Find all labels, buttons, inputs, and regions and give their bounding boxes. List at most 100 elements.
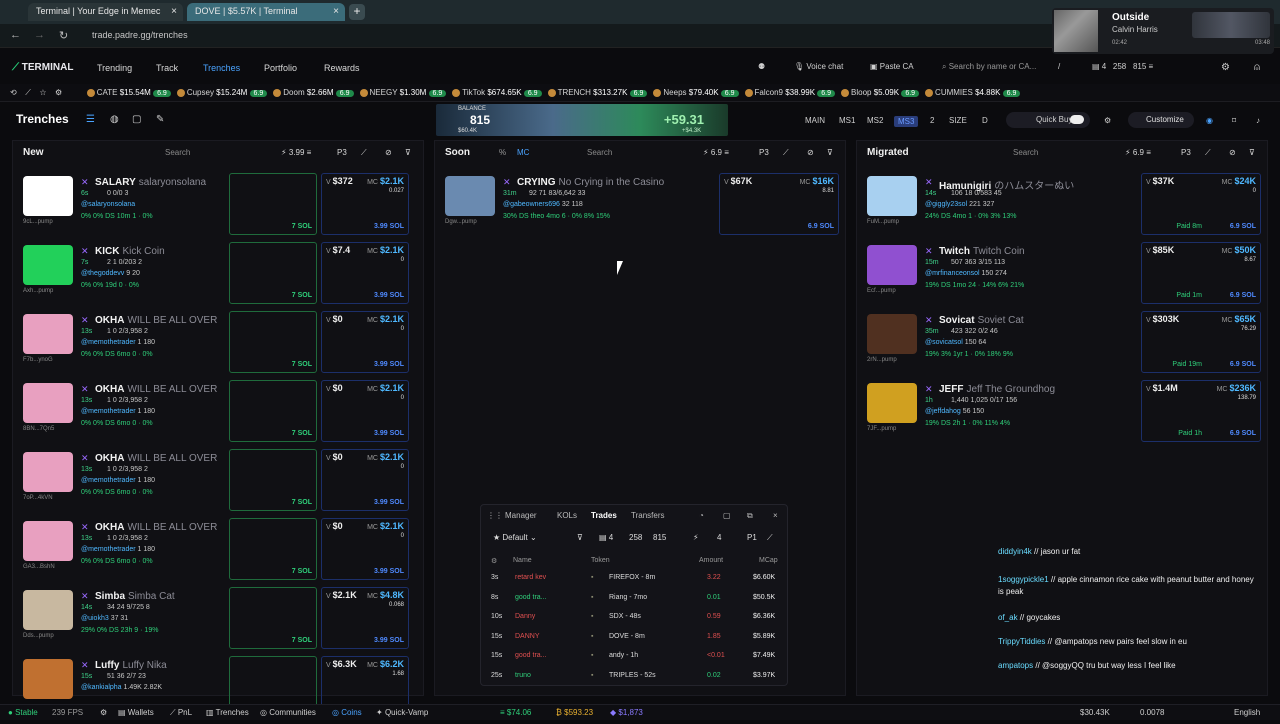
buy-sol-button[interactable]: 7 SOL — [292, 223, 312, 230]
token-handle[interactable]: @kankialpha 1.49K 2.82K — [81, 684, 162, 691]
quick-buy-area[interactable]: 7 SOL — [229, 173, 317, 235]
nav-track[interactable]: Track — [156, 63, 178, 73]
expand-icon[interactable]: ▢ — [723, 511, 731, 520]
chart-icon[interactable]: ⟋ — [1205, 148, 1211, 158]
buy-sol-button[interactable]: 7 SOL — [292, 637, 312, 644]
customize-button[interactable]: Customize — [1128, 112, 1194, 128]
buy-button[interactable]: 3.99 SOL — [374, 292, 404, 299]
filter-icon[interactable]: ⊽ — [405, 148, 411, 157]
buy-button[interactable]: 6.9 SOL — [1230, 223, 1256, 230]
logo[interactable]: ⟋ TERMINAL — [12, 62, 73, 73]
token-avatar[interactable] — [23, 176, 73, 216]
buy-button[interactable]: 3.99 SOL — [374, 223, 404, 230]
token-card[interactable]: 9cL...pump SALARY salaryonsolana ✕ 6s 0 0/0 3… — [23, 173, 415, 241]
bookmark-icon[interactable]: ⌑ — [1232, 116, 1236, 125]
x-icon[interactable]: ✕ — [81, 591, 89, 602]
token-address[interactable]: Ecf...pump — [867, 288, 896, 294]
token-name[interactable]: SALARY salaryonsolana — [95, 177, 206, 188]
nav-trenches[interactable]: Trenches — [203, 63, 240, 73]
eye-icon[interactable]: ◉ — [1206, 116, 1213, 125]
wallet-stats[interactable]: ▤ 4 258 815 ≡ — [1092, 62, 1153, 71]
gear-icon[interactable]: ⚙ — [1221, 62, 1230, 73]
settings-icon[interactable]: ⚙ — [491, 557, 497, 565]
buy-button[interactable]: 3.99 SOL — [374, 430, 404, 437]
token-handle[interactable]: @gabeowners696 32 118 — [503, 201, 583, 208]
wallets-button[interactable]: ▤ Wallets — [118, 708, 154, 717]
filter-select[interactable]: ★ Default ⌄ — [493, 533, 537, 542]
star-icon[interactable]: ☆ — [39, 84, 46, 101]
preset-main[interactable]: MAIN — [805, 116, 825, 125]
buy-button[interactable]: 6.9 SOL — [1230, 361, 1256, 368]
mc-toggle[interactable]: MC — [517, 148, 529, 157]
user-icon[interactable]: ⍝ — [1254, 62, 1260, 73]
quick-buy-amount[interactable]: ⚡ 6.9 ≡ — [1125, 148, 1151, 157]
token-avatar[interactable] — [23, 245, 73, 285]
quick-buy-area[interactable]: 7 SOL — [229, 242, 317, 304]
drag-handle-icon[interactable]: ⋮⋮ — [487, 511, 503, 520]
ticker-item[interactable]: Cupsey $15.24M 6.9 — [176, 84, 268, 101]
token-card[interactable]: F7b...ynoG OKHA WILL BE ALL OVER ✕ 13s 1 0 2/… — [23, 311, 415, 379]
trade-box[interactable]: V $85K MC $50K 8.67 Paid 1m 6.9 SOL — [1141, 242, 1261, 304]
list-view-icon[interactable]: ☰ — [86, 114, 95, 125]
x-icon[interactable]: ✕ — [81, 315, 89, 326]
token-handle[interactable]: @thegoddevv 9 20 — [81, 270, 140, 277]
robot-icon[interactable]: ⚉ — [758, 62, 765, 71]
toggle-switch[interactable] — [1070, 115, 1084, 124]
history-icon[interactable]: ⟲ — [10, 84, 17, 101]
tab-transfers[interactable]: Transfers — [631, 511, 665, 520]
tab-trades[interactable]: Trades — [591, 511, 617, 520]
buy-button[interactable]: 6.9 SOL — [1230, 292, 1256, 299]
pct-toggle[interactable]: % — [499, 148, 506, 157]
sound-icon[interactable]: ♪ — [1256, 116, 1260, 125]
token-address[interactable]: 7oP...4kVN — [23, 495, 53, 501]
mute-icon[interactable]: ⊘ — [807, 148, 814, 157]
trade-token[interactable]: DOVE - 8m — [609, 633, 645, 640]
trade-box[interactable]: V $37K MC $24K 0 Paid 8m 6.9 SOL — [1141, 173, 1261, 235]
token-handle[interactable]: @memothetrader 1 180 — [81, 408, 155, 415]
token-avatar[interactable] — [23, 383, 73, 423]
amount[interactable]: 4 — [717, 533, 721, 542]
x-icon[interactable]: ✕ — [925, 246, 933, 257]
buy-button[interactable]: 6.9 SOL — [1230, 430, 1256, 437]
ticker-item[interactable]: CATE $15.54M 6.9 — [86, 84, 171, 101]
trade-token[interactable]: Riang - 7mo — [609, 594, 647, 601]
token-address[interactable]: Dds...pump — [23, 633, 54, 639]
x-icon[interactable]: ✕ — [925, 384, 933, 395]
trade-row[interactable]: 25s truno ▪ TRIPLES - 52s 0.02 $3.97K — [481, 669, 787, 688]
token-name[interactable]: OKHA WILL BE ALL OVER — [95, 315, 217, 326]
trade-box[interactable]: V $2.1K MC $4.8K 0.068 3.99 SOL — [321, 587, 409, 649]
trade-box[interactable]: V $303K MC $65K 76.29 Paid 19m 6.9 SOL — [1141, 311, 1261, 373]
ticker-item[interactable]: CUMMIES $4.88K 6.9 — [925, 84, 1021, 101]
preset[interactable]: P1 — [747, 533, 757, 542]
trader-name[interactable]: good tra... — [515, 594, 547, 601]
bell-icon[interactable]: ◔ — [699, 511, 704, 520]
token-card[interactable]: FuM...pump Hamunigiri のハムスターぬい ✕ 14s 106 18 0… — [867, 173, 1261, 241]
token-address[interactable]: 8BN...7Qn5 — [23, 426, 54, 432]
trenches-button[interactable]: ▥ Trenches — [206, 708, 249, 717]
token-name[interactable]: Twitch Twitch Coin — [939, 246, 1025, 257]
token-name[interactable]: Simba Simba Cat — [95, 591, 175, 602]
token-handle[interactable]: @salaryonsolana — [81, 201, 135, 208]
forward-icon[interactable]: → — [34, 29, 45, 41]
size-toggle[interactable]: SIZE — [949, 116, 967, 125]
x-icon[interactable]: ✕ — [81, 384, 89, 395]
preset-count[interactable]: 2 — [930, 116, 934, 125]
d-toggle[interactable]: D — [982, 116, 988, 125]
trade-token[interactable]: andy - 1h — [609, 652, 638, 659]
token-avatar[interactable] — [23, 314, 73, 354]
token-address[interactable]: 2rN...pump — [867, 357, 897, 363]
token-address[interactable]: GA3...BshN — [23, 564, 55, 570]
chart-icon[interactable]: ⟋ — [783, 148, 789, 158]
x-icon[interactable]: ✕ — [81, 453, 89, 464]
ticker-item[interactable]: Bloop $5.09K 6.9 — [841, 84, 920, 101]
chat-user[interactable]: 1soggypickle1 — [998, 575, 1049, 584]
trade-box[interactable]: V $372 MC $2.1K 0.027 3.99 SOL — [321, 173, 409, 235]
chart-icon[interactable]: ⟋ — [361, 148, 367, 158]
reload-icon[interactable]: ↻ — [59, 29, 68, 42]
trade-box[interactable]: V $0 MC $2.1K 0 3.99 SOL — [321, 311, 409, 373]
token-name[interactable]: KICK Kick Coin — [95, 246, 165, 257]
close-icon[interactable]: × — [773, 511, 778, 520]
trade-row[interactable]: 15s DANNY ▪ DOVE - 8m 1.85 $5.89K — [481, 630, 787, 649]
token-avatar[interactable] — [23, 590, 73, 630]
square-icon[interactable]: ▢ — [132, 114, 141, 125]
